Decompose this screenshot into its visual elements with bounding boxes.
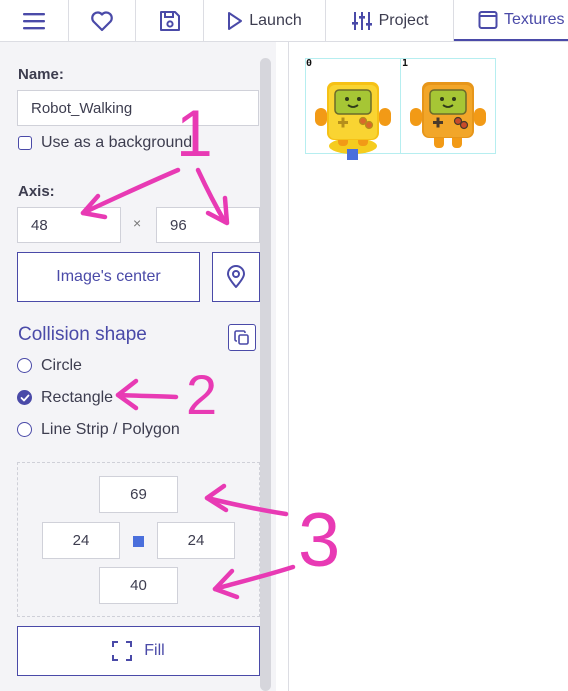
save-button[interactable] [136,0,204,41]
radio-circle-label: Circle [41,357,82,374]
favorite-button[interactable] [69,0,136,41]
heart-icon [91,10,113,31]
tab-textures[interactable]: Textures [454,0,568,41]
robot-sprite-frame-0 [315,82,391,154]
copy-icon [234,329,249,345]
background-checkbox-label: Use as a background [41,134,193,151]
axis-x-input[interactable]: 48 [17,207,121,243]
robot-sprite-frame-1 [410,82,486,148]
rect-right-input[interactable]: 24 [157,522,235,559]
pick-axis-button[interactable] [212,252,260,302]
background-checkbox[interactable] [18,136,32,150]
name-input[interactable]: Robot_Walking [17,90,259,126]
fill-button[interactable]: Fill [17,626,260,676]
axis-label: Axis: [18,183,55,200]
menu-button[interactable] [0,0,69,41]
texture-icon [478,10,498,29]
project-label: Project [378,11,429,29]
check-icon [20,394,29,401]
tab-project[interactable]: Project [326,0,454,41]
radio-polygon-label: Line Strip / Polygon [41,421,180,438]
radio-polygon[interactable] [17,422,32,437]
launch-button[interactable]: Launch [204,0,326,41]
fullscreen-icon [112,641,133,661]
image-center-button[interactable]: Image's center [17,252,200,302]
launch-label: Launch [249,11,302,29]
axis-y-input[interactable]: 96 [156,207,260,243]
textures-label: Textures [504,10,565,28]
radio-rectangle-label: Rectangle [41,389,114,406]
sliders-icon [351,11,372,30]
collision-shape-title: Collision shape [18,324,147,345]
floppy-disk-icon [159,10,180,31]
rect-top-input[interactable]: 69 [99,476,178,513]
axis-separator: × [133,215,142,231]
hamburger-menu-icon [23,12,45,29]
top-toolbar: Launch Project Textures [0,0,568,42]
rect-bottom-input[interactable]: 40 [99,567,178,604]
map-pin-icon [227,265,245,288]
rect-left-input[interactable]: 24 [42,522,120,559]
copy-collision-button[interactable] [228,324,256,351]
rect-center-marker [133,536,144,547]
play-icon [228,11,243,30]
fill-label: Fill [144,642,165,659]
texture-preview: 0 1 [289,42,568,691]
image-center-label: Image's center [56,268,161,285]
radio-circle[interactable] [17,358,32,373]
panel-scrollbar[interactable] [260,58,271,691]
radio-rectangle[interactable] [17,390,32,405]
name-label: Name: [18,66,64,83]
axis-marker [347,149,358,160]
